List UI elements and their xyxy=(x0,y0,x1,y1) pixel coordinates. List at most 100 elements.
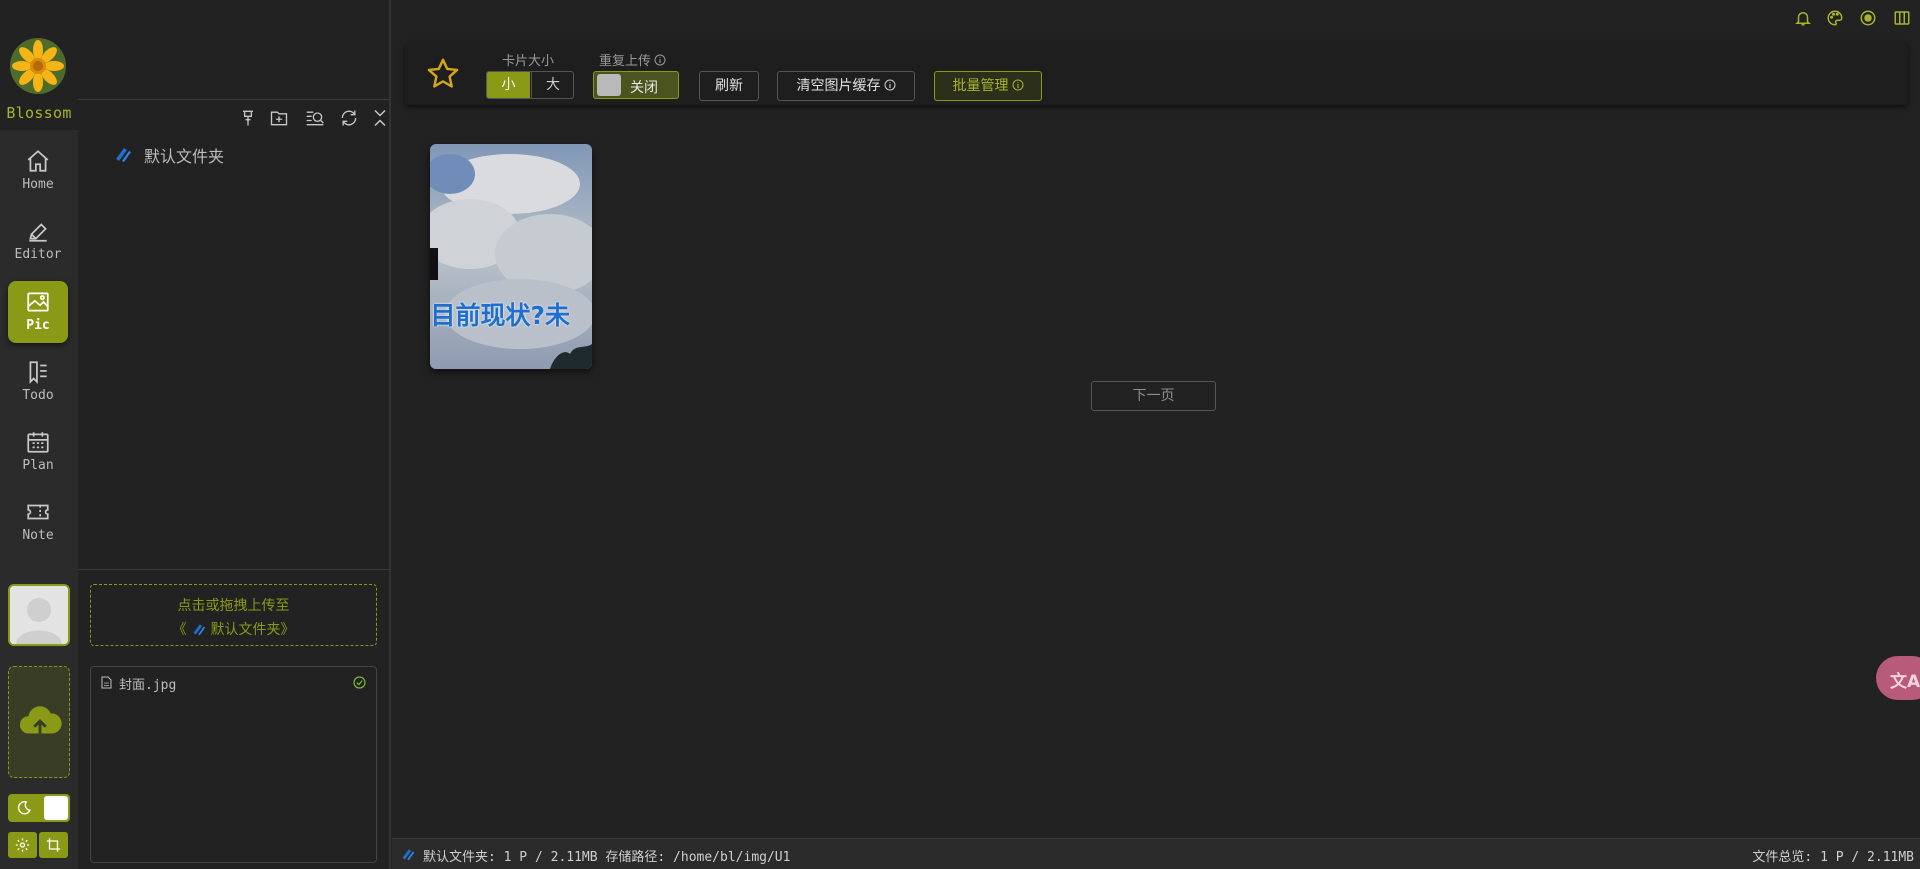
logo-area: Blossom xyxy=(0,0,78,130)
folder-tool-search[interactable] xyxy=(305,108,327,130)
record-button[interactable] xyxy=(1859,9,1877,27)
folder-brush-icon xyxy=(116,148,131,162)
cloud-upload-icon xyxy=(19,706,62,736)
home-icon xyxy=(27,150,49,172)
card-edge-tab xyxy=(430,248,438,280)
dropzone-hint: 点击或拖拽上传至 xyxy=(177,598,290,614)
nav-note[interactable]: Note xyxy=(8,491,68,553)
palette-icon xyxy=(1827,10,1843,26)
folder-tool-new[interactable] xyxy=(269,108,291,130)
folder-tool-pin[interactable] xyxy=(238,108,260,130)
nav-todo-label: Todo xyxy=(22,388,54,403)
editor-icon xyxy=(29,223,47,242)
avatar[interactable] xyxy=(8,584,70,646)
ticket-icon xyxy=(27,504,49,520)
refresh-button[interactable]: 刷新 xyxy=(699,71,759,101)
repeat-upload-state: 关闭 xyxy=(630,80,658,96)
batch-manage-button[interactable]: 批量管理 xyxy=(934,71,1042,101)
card-caption: ?目前现状?未 xyxy=(430,301,571,330)
left-nav: Blossom Home Editor Pic Todo Plan Note xyxy=(0,0,78,869)
nav-todo[interactable]: Todo xyxy=(8,351,68,413)
dropzone-target: 《 默认文件夹》 xyxy=(91,619,376,639)
upload-list-item[interactable]: 封面.jpg xyxy=(101,673,366,693)
upload-list: 封面.jpg xyxy=(90,666,377,863)
dropzone-suffix: 》 xyxy=(280,622,295,638)
repeat-upload-switch[interactable]: 关闭 xyxy=(593,71,679,99)
record-icon xyxy=(1860,10,1876,26)
picture-icon xyxy=(27,292,49,312)
dropzone-folder-name: 默认文件夹 xyxy=(210,622,281,638)
next-page-button[interactable]: 下一页 xyxy=(1091,381,1216,411)
status-bar: 默认文件夹: 1 P / 2.11MB 存储路径: /home/bl/img/U… xyxy=(392,838,1920,869)
theme-toggle-knob xyxy=(44,796,68,820)
nav-editor-label: Editor xyxy=(14,247,62,262)
status-total-info: 文件总览: 1 P / 2.11MB xyxy=(1752,850,1914,865)
switch-knob xyxy=(597,74,621,96)
dropzone-prefix: 《 xyxy=(172,622,187,638)
nav-plan[interactable]: Plan xyxy=(8,421,68,483)
repeat-upload-label-text: 重复上传 xyxy=(599,54,652,69)
next-page-label: 下一页 xyxy=(1132,388,1175,404)
notification-button[interactable] xyxy=(1794,9,1812,27)
layout-columns-button[interactable] xyxy=(1893,9,1911,27)
success-check-icon xyxy=(353,676,366,689)
side-upload-button[interactable] xyxy=(8,666,70,778)
card-size-small[interactable]: 小 xyxy=(487,72,530,98)
flower-logo-icon xyxy=(10,38,66,94)
theme-toggle[interactable] xyxy=(8,794,70,822)
card-size-toggle: 小 大 xyxy=(486,71,574,99)
clear-cache-button[interactable]: 清空图片缓存 xyxy=(777,71,915,101)
crop-icon xyxy=(46,838,61,852)
batch-manage-label: 批量管理 xyxy=(952,78,1009,94)
nav-note-label: Note xyxy=(22,528,54,543)
nav-pic[interactable]: Pic xyxy=(8,281,68,343)
folder-tool-refresh[interactable] xyxy=(339,108,361,130)
upload-dropzone[interactable]: 点击或拖拽上传至 《 默认文件夹》 xyxy=(90,584,377,646)
pic-toolbar: 卡片大小 小 大 重复上传 关闭 刷新 清空图片缓存 批量管理 xyxy=(405,43,1908,105)
status-folder-info: 默认文件夹: 1 P / 2.11MB 存储路径: /home/bl/img/U… xyxy=(423,850,791,865)
clear-cache-label: 清空图片缓存 xyxy=(796,78,881,94)
folder-brush-icon xyxy=(402,849,415,861)
info-icon xyxy=(654,54,666,66)
crop-button[interactable] xyxy=(39,832,68,858)
pin-icon xyxy=(243,110,253,126)
divider xyxy=(78,99,391,100)
folder-tool-collapse[interactable] xyxy=(370,108,392,130)
columns-icon xyxy=(1894,11,1910,25)
translate-button[interactable]: 文A xyxy=(1876,656,1920,700)
brand-name: Blossom xyxy=(6,104,72,122)
repeat-upload-label: 重复上传 xyxy=(599,50,666,69)
todo-icon xyxy=(29,361,47,384)
bell-icon xyxy=(1795,12,1811,26)
theme-palette-button[interactable] xyxy=(1826,9,1844,27)
user-avatar-icon xyxy=(10,586,68,644)
collapse-icon xyxy=(374,109,386,127)
calendar-icon xyxy=(27,432,49,453)
star-icon[interactable] xyxy=(425,56,461,92)
nav-home-label: Home xyxy=(22,177,54,192)
image-card[interactable]: ?目前现状?未 xyxy=(430,144,592,369)
image-thumbnail xyxy=(430,144,592,369)
card-size-large[interactable]: 大 xyxy=(531,72,573,98)
logo xyxy=(10,38,66,94)
nav-editor[interactable]: Editor xyxy=(8,210,68,272)
nav-home[interactable]: Home xyxy=(8,140,68,202)
card-size-label: 卡片大小 xyxy=(502,54,555,69)
search-list-icon xyxy=(306,111,324,126)
info-icon xyxy=(884,79,895,91)
info-icon xyxy=(1012,79,1023,91)
nav-plan-label: Plan xyxy=(22,458,54,473)
folder-item-label: 默认文件夹 xyxy=(144,147,225,166)
settings-button[interactable] xyxy=(8,832,37,858)
divider xyxy=(78,569,391,570)
nav-pic-label: Pic xyxy=(26,318,50,333)
folder-panel: 默认文件夹 点击或拖拽上传至 《 默认文件夹》 封面.jpg xyxy=(78,0,391,869)
folder-brush-icon xyxy=(193,624,205,636)
refresh-button-label: 刷新 xyxy=(715,78,743,94)
translate-icon: 文A xyxy=(1890,672,1920,692)
refresh-icon xyxy=(341,110,357,126)
moon-icon xyxy=(17,801,32,815)
gear-icon xyxy=(15,838,30,852)
new-folder-icon xyxy=(270,111,288,126)
file-icon xyxy=(101,676,112,689)
